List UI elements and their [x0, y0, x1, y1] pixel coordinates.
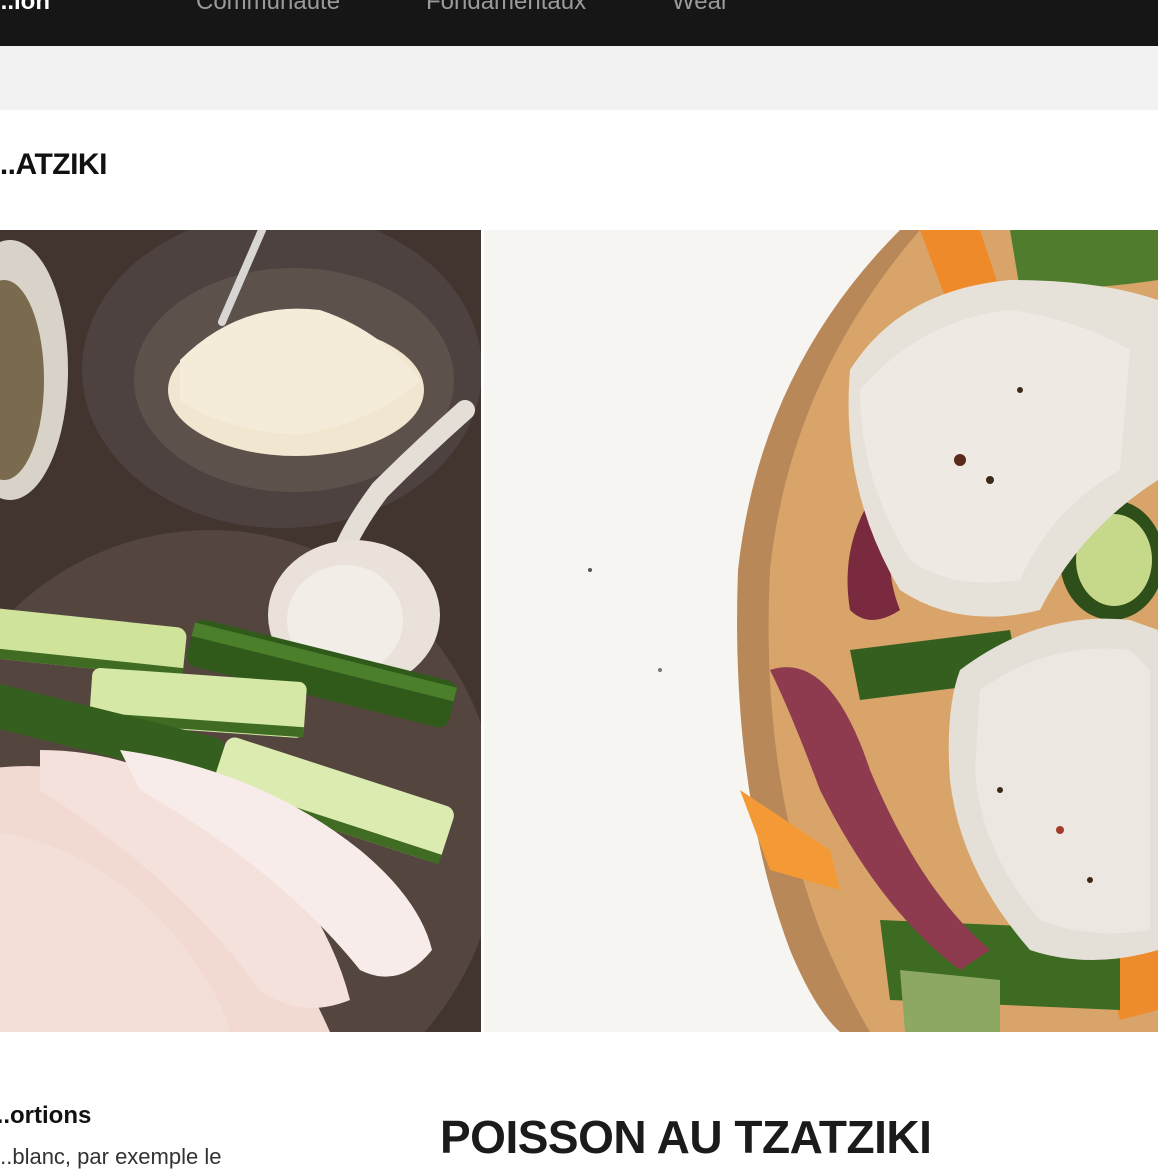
baked-fish-photo: [484, 230, 1158, 1032]
photo-divider: [481, 230, 484, 1032]
ingredients-text: ...blanc, par exemple le: [0, 1144, 222, 1169]
nav-brand[interactable]: ...ion: [0, 0, 50, 16]
nav-item-fondamentaux[interactable]: Fondamentaux: [426, 0, 586, 16]
secondary-bar: [0, 46, 1158, 110]
page-title: ...ATZIKI: [0, 148, 107, 181]
nav-item-wear[interactable]: Wear: [672, 0, 729, 16]
hero-photos: [0, 230, 1158, 1032]
top-navigation: ...ion Communauté Fondamentaux Wear: [0, 0, 1158, 46]
nav-item-communaute[interactable]: Communauté: [196, 0, 340, 16]
recipe-title: POISSON AU TZATZIKI: [440, 1111, 932, 1163]
ingredients-photo: [0, 230, 500, 1032]
hero-image: [0, 230, 1158, 1032]
portions-label: ...ortions: [0, 1102, 92, 1129]
